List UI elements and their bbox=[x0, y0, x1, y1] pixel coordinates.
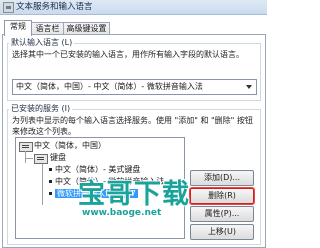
default-language-description: 选择其中一个已安装的输入语言，用作所有输入字段的默认语言。 bbox=[12, 50, 244, 59]
default-language-selected-value: 中文（简体，中国）- 中文（简体）- 微软拼音输入法 bbox=[16, 82, 203, 91]
properties-button[interactable]: 属性(P)... bbox=[190, 206, 254, 222]
keyboard-icon bbox=[19, 142, 33, 152]
move-up-button[interactable]: 上移(U) bbox=[190, 224, 254, 240]
tree-node-language[interactable]: 中文（简体，中国） bbox=[34, 141, 106, 151]
bullet-icon bbox=[49, 168, 52, 171]
tab-general[interactable]: 常规 bbox=[4, 20, 32, 36]
tab-strip: 常规 语言栏 高级键设置 bbox=[0, 20, 267, 36]
tree-connector bbox=[25, 158, 33, 159]
bullet-icon bbox=[49, 192, 52, 195]
default-language-select[interactable]: 中文（简体，中国）- 中文（简体）- 微软拼音输入法 bbox=[12, 79, 257, 95]
installed-services-description: 为列表中显示的每个输入语言选择服务。使用 "添加" 和 "删除" 按钮来修改这个… bbox=[12, 116, 253, 136]
tree-node-category[interactable]: 键盘 bbox=[50, 153, 66, 163]
window-title: 文本服务和输入语言 bbox=[16, 2, 93, 12]
watermark-url: www.baoge.net bbox=[82, 208, 162, 218]
bullet-icon bbox=[49, 180, 52, 183]
watermark-logo: 宝哥下载 bbox=[78, 179, 190, 210]
tree-connector bbox=[42, 164, 43, 205]
chevron-down-icon bbox=[246, 85, 252, 89]
tree-connector bbox=[25, 151, 26, 163]
tree-category-label: 键盘 bbox=[50, 153, 66, 162]
add-button[interactable]: 添加(D)... bbox=[190, 170, 254, 186]
tree-language-label: 中文（简体，中国） bbox=[34, 141, 106, 150]
title-bar: 文本服务和输入语言 bbox=[0, 0, 267, 15]
keyboard-window-icon bbox=[3, 2, 14, 13]
keyboard-category-icon bbox=[34, 154, 48, 164]
installed-services-title: 已安装的服务 (I) bbox=[9, 104, 73, 114]
delete-button[interactable]: 删除(R) bbox=[190, 188, 254, 204]
default-language-title: 默认输入语言 (L) bbox=[9, 38, 75, 48]
